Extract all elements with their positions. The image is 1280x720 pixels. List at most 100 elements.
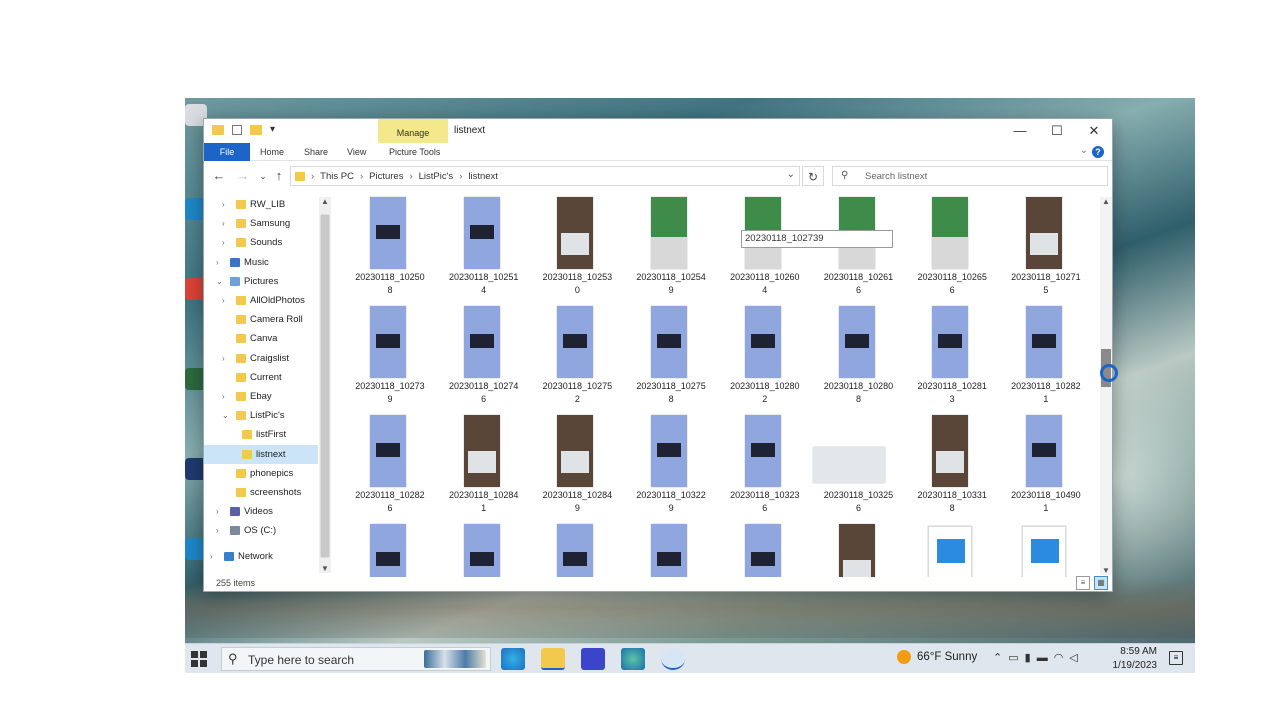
nav-item[interactable]: Canva <box>204 329 318 348</box>
search-input[interactable]: ⚲ Search listnext <box>832 166 1108 186</box>
file-tile[interactable]: 20230118_10325 6 <box>812 413 905 519</box>
breadcrumb-pictures[interactable]: Pictures <box>369 171 403 182</box>
file-tile[interactable]: 20230118_10265 6 <box>906 195 998 301</box>
expand-chevron-icon[interactable]: › <box>222 195 225 214</box>
file-tile[interactable] <box>906 522 998 577</box>
address-bar[interactable]: › This PC › Pictures › ListPic's › listn… <box>290 166 800 186</box>
properties-icon[interactable] <box>232 124 242 135</box>
nav-item[interactable]: Camera Roll <box>204 310 318 329</box>
file-tile[interactable]: 20230118_10284 1 <box>438 413 530 519</box>
file-tile[interactable]: 20230118_10275 8 <box>625 304 717 410</box>
file-tile[interactable]: 20230118_10280 8 <box>813 304 905 410</box>
file-tile[interactable]: 20230118_10281 3 <box>906 304 998 410</box>
tab-file[interactable]: File <box>204 143 250 161</box>
weather-widget[interactable]: 66°F Sunny <box>897 650 977 664</box>
clock[interactable]: 8:59 AM 1/19/2023 <box>1107 645 1158 673</box>
expand-chevron-icon[interactable]: › <box>222 233 225 252</box>
nav-item[interactable]: › Craigslist <box>204 349 318 368</box>
file-tile[interactable]: 20230118_10280 2 <box>719 304 811 410</box>
expand-chevron-icon[interactable]: › <box>222 387 225 406</box>
scroll-up-icon[interactable]: ▲ <box>1102 197 1110 206</box>
breadcrumb-listpics[interactable]: ListPic's <box>419 171 454 182</box>
file-tile[interactable]: 20230118_10273 9 <box>344 304 436 410</box>
minimize-button[interactable]: — <box>1001 121 1039 141</box>
file-tile[interactable]: 20230118_10271 5 <box>1000 195 1092 301</box>
file-tile[interactable] <box>1000 522 1092 577</box>
file-tile[interactable]: 20230118_10323 6 <box>719 413 811 519</box>
file-tile[interactable]: 20230118_10250 8 <box>344 195 436 301</box>
collapse-chevron-icon[interactable]: ⌄ <box>222 406 229 425</box>
collapse-chevron-icon[interactable]: ⌄ <box>216 272 223 291</box>
file-tile[interactable]: 20230118_10275 2 <box>531 304 623 410</box>
forward-arrow-icon[interactable]: → <box>234 167 252 185</box>
nav-item[interactable]: › Samsung <box>204 214 318 233</box>
scroll-up-icon[interactable]: ▲ <box>321 197 329 206</box>
nav-pane-scrollbar[interactable]: ▲ ▼ <box>319 197 331 573</box>
nav-item[interactable]: ⌄ Pictures <box>204 272 318 291</box>
nav-item[interactable]: Current <box>204 368 318 387</box>
nav-item[interactable]: › RW_LIB <box>204 195 318 214</box>
app-taskbar-icon[interactable] <box>581 648 605 670</box>
nav-item[interactable]: › Music <box>204 253 318 272</box>
file-tile[interactable]: 20230118_10282 1 <box>1000 304 1092 410</box>
tab-picture-tools[interactable]: Picture Tools <box>381 143 448 161</box>
up-arrow-icon[interactable]: ↑ <box>270 167 288 185</box>
new-folder-icon[interactable] <box>250 124 262 135</box>
nav-item[interactable]: › Sounds <box>204 233 318 252</box>
refresh-icon[interactable]: ↻ <box>802 166 824 186</box>
details-view-icon[interactable]: ≡ <box>1076 576 1090 590</box>
nav-item[interactable]: listFirst <box>204 425 318 444</box>
file-tile[interactable]: 20230118_10253 0 <box>531 195 623 301</box>
expand-chevron-icon[interactable]: › <box>210 547 213 566</box>
file-tile[interactable]: 20230118_10490 1 <box>1000 413 1092 519</box>
expand-chevron-icon[interactable]: › <box>222 349 225 368</box>
file-explorer-taskbar-icon[interactable] <box>541 648 565 670</box>
nav-item[interactable]: listnext <box>204 444 318 464</box>
address-dropdown-icon[interactable]: ⌄ <box>787 169 795 180</box>
back-arrow-icon[interactable]: ← <box>210 167 228 185</box>
tab-view[interactable]: View <box>339 143 374 161</box>
expand-chevron-icon[interactable]: › <box>222 291 225 310</box>
scroll-down-icon[interactable]: ▼ <box>1102 566 1110 575</box>
content-scrollbar[interactable]: ▲ ▼ <box>1100 197 1112 575</box>
nav-item[interactable]: › Ebay <box>204 387 318 406</box>
file-tile[interactable]: 20230118_10254 9 <box>625 195 717 301</box>
file-tile[interactable] <box>625 522 717 577</box>
tab-share[interactable]: Share <box>296 143 336 161</box>
scroll-down-icon[interactable]: ▼ <box>321 564 329 573</box>
microphone-icon[interactable]: ▮ <box>1025 652 1037 664</box>
nav-item[interactable]: › AllOldPhotos <box>204 291 318 310</box>
edge-taskbar-icon[interactable] <box>501 648 525 670</box>
breadcrumb-this-pc[interactable]: This PC <box>320 171 354 182</box>
file-tile[interactable]: 20230118_10261 6 <box>813 195 905 301</box>
file-tile[interactable] <box>531 522 623 577</box>
nav-item[interactable]: screenshots <box>204 483 318 502</box>
help-icon[interactable]: ? <box>1092 146 1104 158</box>
file-tile[interactable] <box>813 522 905 577</box>
expand-chevron-icon[interactable]: › <box>216 253 219 272</box>
breadcrumb-listnext[interactable]: listnext <box>468 171 498 182</box>
expand-chevron-icon[interactable]: › <box>216 521 219 540</box>
file-tile[interactable]: 20230118_10274 6 <box>438 304 530 410</box>
scrollbar-thumb[interactable] <box>321 215 329 557</box>
nav-item[interactable]: › Videos <box>204 502 318 521</box>
system-tray[interactable]: ⌃▭▮▬◠◁ <box>993 651 1084 664</box>
file-tile[interactable] <box>719 522 811 577</box>
expand-chevron-icon[interactable]: › <box>222 214 225 233</box>
file-tile[interactable]: 20230118_10260 4 <box>719 195 811 301</box>
expand-ribbon-icon[interactable]: ⌄ <box>1080 145 1088 156</box>
windows-start-icon[interactable] <box>191 651 207 667</box>
file-tile[interactable] <box>438 522 530 577</box>
nav-item[interactable]: › Network <box>204 547 318 566</box>
show-hidden-icons-icon[interactable]: ⌃ <box>993 652 1008 664</box>
file-tile[interactable]: 20230118_10282 6 <box>344 413 436 519</box>
tab-home[interactable]: Home <box>252 143 292 161</box>
file-tile[interactable]: 20230118_10251 4 <box>438 195 530 301</box>
nav-item[interactable]: ⌄ ListPic's <box>204 406 318 425</box>
taskbar-search-input[interactable]: ⚲ Type here to search <box>221 647 491 671</box>
maximize-button[interactable]: ☐ <box>1038 121 1076 141</box>
file-tile[interactable]: 20230118_10331 8 <box>906 413 998 519</box>
volume-icon[interactable]: ◁ <box>1069 652 1083 664</box>
file-tile[interactable]: 20230118_10284 9 <box>531 413 623 519</box>
file-tile[interactable]: 20230118_10322 9 <box>625 413 717 519</box>
